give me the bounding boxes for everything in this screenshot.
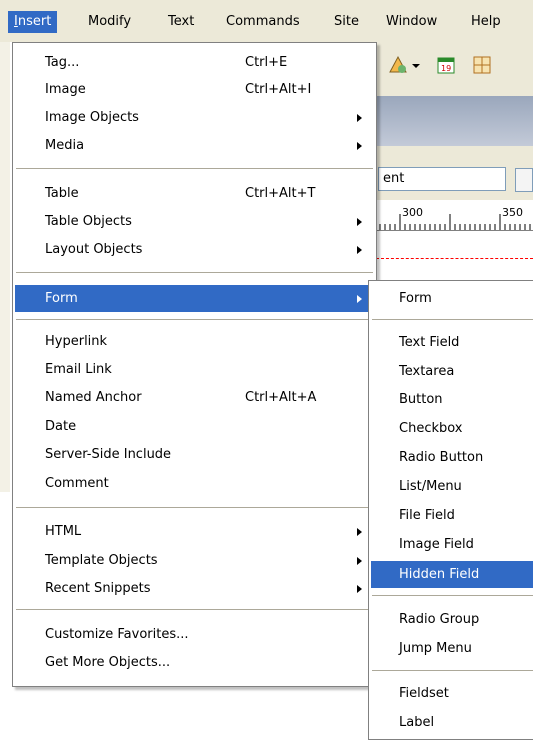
refresh-icon[interactable] (515, 168, 533, 192)
menu-item-table[interactable]: Table Ctrl+Alt+T (15, 180, 374, 207)
menu-help[interactable]: Help (465, 11, 507, 33)
submenu-item-image-field[interactable]: Image Field (371, 531, 533, 558)
menu-separator (16, 507, 373, 509)
menu-item-get-more-objects[interactable]: Get More Objects... (15, 649, 374, 676)
svg-text:19: 19 (441, 64, 451, 73)
submenu-item-text-field[interactable]: Text Field (371, 329, 533, 356)
menu-item-email-link[interactable]: Email Link (15, 356, 374, 383)
title-input[interactable]: ent (378, 167, 506, 191)
submenu-item-label[interactable]: Label (371, 709, 533, 736)
submenu-item-hidden-field[interactable]: Hidden Field (371, 561, 533, 588)
menu-separator (372, 670, 533, 672)
menu-separator (372, 595, 533, 597)
menu-item-image[interactable]: Image Ctrl+Alt+I (15, 76, 374, 103)
submenu-arrow-icon (357, 585, 362, 593)
submenu-arrow-icon (357, 528, 362, 536)
menu-insert[interactable]: Insert (8, 11, 58, 33)
menu-modify[interactable]: Modify (82, 11, 137, 33)
ruler-label-350: 350 (502, 206, 523, 219)
shape-icon[interactable] (387, 54, 409, 76)
menu-separator (16, 319, 373, 321)
menu-item-html[interactable]: HTML (15, 518, 374, 545)
menu-item-date[interactable]: Date (15, 413, 374, 440)
insert-menu: Tag... Ctrl+E Image Ctrl+Alt+I Image Objec… (12, 42, 377, 687)
left-panel-edge (0, 42, 10, 492)
menu-item-form[interactable]: Form (15, 285, 374, 312)
menu-separator (16, 609, 373, 611)
menu-item-comment[interactable]: Comment (15, 470, 374, 497)
menu-item-named-anchor[interactable]: Named Anchor Ctrl+Alt+A (15, 384, 374, 411)
chevron-down-icon[interactable] (411, 54, 421, 76)
document-tab-band (375, 96, 533, 146)
submenu-item-radio-button[interactable]: Radio Button (371, 444, 533, 471)
submenu-item-file-field[interactable]: File Field (371, 502, 533, 529)
menu-item-image-objects[interactable]: Image Objects (15, 104, 374, 131)
menu-item-layout-objects[interactable]: Layout Objects (15, 236, 374, 263)
submenu-arrow-icon (357, 218, 362, 226)
menu-separator (16, 272, 373, 274)
menu-item-customize-favorites[interactable]: Customize Favorites... (15, 621, 374, 648)
menu-item-recent-snippets[interactable]: Recent Snippets (15, 575, 374, 602)
submenu-item-button[interactable]: Button (371, 386, 533, 413)
submenu-arrow-icon (357, 142, 362, 150)
table-icon[interactable] (471, 54, 493, 76)
menu-site[interactable]: Site (328, 11, 365, 33)
submenu-item-list-menu[interactable]: List/Menu (371, 473, 533, 500)
menu-item-server-side-include[interactable]: Server-Side Include (15, 441, 374, 468)
menu-item-table-objects[interactable]: Table Objects (15, 208, 374, 235)
ruler-label-300: 300 (402, 206, 423, 219)
submenu-arrow-icon (357, 114, 362, 122)
submenu-arrow-icon (357, 246, 362, 254)
submenu-item-checkbox[interactable]: Checkbox (371, 415, 533, 442)
menu-window[interactable]: Window (380, 11, 443, 33)
submenu-item-fieldset[interactable]: Fieldset (371, 680, 533, 707)
ruler: 300 350 (375, 200, 533, 231)
submenu-arrow-icon (357, 557, 362, 565)
menu-item-hyperlink[interactable]: Hyperlink (15, 328, 374, 355)
submenu-item-textarea[interactable]: Textarea (371, 358, 533, 385)
menu-item-template-objects[interactable]: Template Objects (15, 547, 374, 574)
menu-separator (16, 168, 373, 170)
menu-item-media[interactable]: Media (15, 132, 374, 159)
submenu-item-jump-menu[interactable]: Jump Menu (371, 635, 533, 662)
menu-commands[interactable]: Commands (220, 11, 306, 33)
form-submenu: Form Text Field Textarea Button Checkbox… (368, 280, 533, 740)
submenu-arrow-icon (357, 295, 362, 303)
submenu-item-form[interactable]: Form (371, 285, 533, 312)
submenu-item-radio-group[interactable]: Radio Group (371, 606, 533, 633)
menu-item-tag[interactable]: Tag... Ctrl+E (15, 49, 374, 76)
insert-toolbar: 19 (375, 42, 533, 96)
menu-bar: Insert Modify Text Commands Site Window … (0, 0, 533, 42)
menu-text[interactable]: Text (162, 11, 200, 33)
menu-separator (372, 319, 533, 321)
layout-guide-line (376, 258, 533, 259)
calendar-icon[interactable]: 19 (435, 54, 457, 76)
